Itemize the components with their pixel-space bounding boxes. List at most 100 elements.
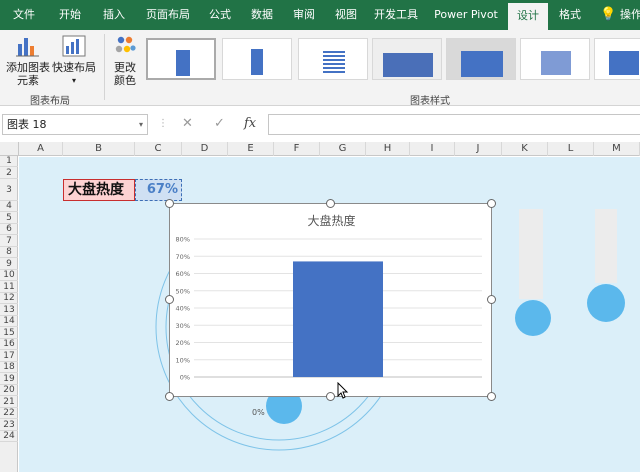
tab-insert[interactable]: 插入	[96, 0, 132, 30]
column-header-d[interactable]: D	[182, 142, 228, 156]
resize-handle-bottom-right[interactable]	[487, 392, 496, 401]
tab-home[interactable]: 开始	[52, 0, 88, 30]
group-divider	[104, 34, 105, 100]
row-headers: 1 2 3 4 5 6 7 8 9 10 11 12 13 14 15 16 17 18 19 20 21 22 23 24	[0, 156, 18, 472]
row-header-16[interactable]: 16	[0, 339, 18, 350]
row-header-19[interactable]: 19	[0, 373, 18, 385]
add-chart-element-button[interactable]: 添加图表 元素	[6, 34, 50, 87]
tab-view[interactable]: 视图	[328, 0, 364, 30]
thermometer-bulb-2	[515, 300, 551, 336]
change-colors-label: 更改 颜色	[114, 61, 136, 87]
chart-plot[interactable]: 0% 10% 20% 30% 40% 50% 60% 70% 80%	[170, 204, 493, 398]
tab-file[interactable]: 文件	[8, 0, 40, 30]
name-box[interactable]: 图表 18 ▾	[2, 114, 148, 135]
resize-handle-top-right[interactable]	[487, 199, 496, 208]
row-header-23[interactable]: 23	[0, 419, 18, 431]
thermometer-tube-2	[519, 209, 543, 299]
resize-handle-right[interactable]	[487, 295, 496, 304]
column-header-i[interactable]: I	[410, 142, 455, 156]
row-header-18[interactable]: 18	[0, 362, 18, 373]
row-header-24[interactable]: 24	[0, 431, 18, 442]
cell-c3[interactable]: 67%	[135, 179, 182, 201]
row-header-13[interactable]: 13	[0, 304, 18, 316]
chart-style-4[interactable]	[372, 38, 442, 80]
chart-style-6[interactable]	[520, 38, 590, 80]
row-header-14[interactable]: 14	[0, 316, 18, 327]
resize-handle-bottom[interactable]	[326, 392, 335, 401]
formula-buttons: ✕ ✓ fx	[170, 114, 266, 135]
row-header-1[interactable]: 1	[0, 156, 18, 167]
resize-handle-left[interactable]	[165, 295, 174, 304]
quick-layout-dropdown-icon: ▾	[71, 76, 76, 85]
tab-page-layout[interactable]: 页面布局	[140, 0, 196, 30]
formula-bar: 图表 18 ▾ ⋮ ✕ ✓ fx	[0, 112, 640, 138]
lightbulb-icon[interactable]: 💡	[600, 0, 616, 30]
column-header-g[interactable]: G	[320, 142, 366, 156]
y-tick-label: 20%	[176, 339, 190, 347]
tab-design[interactable]: 设计	[508, 3, 548, 30]
row-header-12[interactable]: 12	[0, 293, 18, 304]
row-header-4[interactable]: 4	[0, 201, 18, 212]
row-header-3[interactable]: 3	[0, 179, 18, 201]
tab-review[interactable]: 审阅	[286, 0, 322, 30]
mouse-cursor-icon	[337, 382, 349, 399]
y-tick-label: 30%	[176, 322, 190, 330]
row-header-10[interactable]: 10	[0, 270, 18, 281]
resize-handle-top[interactable]	[326, 199, 335, 208]
tab-developer[interactable]: 开发工具	[368, 0, 424, 30]
row-header-5[interactable]: 5	[0, 212, 18, 224]
resize-handle-top-left[interactable]	[165, 199, 174, 208]
quick-layout-button[interactable]: 快速布局 ▾	[52, 34, 96, 87]
column-header-m[interactable]: M	[594, 142, 640, 156]
chart-style-5[interactable]	[446, 38, 516, 80]
column-header-h[interactable]: H	[366, 142, 410, 156]
column-header-l[interactable]: L	[548, 142, 594, 156]
row-header-8[interactable]: 8	[0, 247, 18, 258]
background-zero-label: 0%	[252, 408, 265, 417]
row-header-7[interactable]: 7	[0, 235, 18, 247]
enter-icon[interactable]: ✓	[214, 116, 225, 131]
column-header-a[interactable]: A	[19, 142, 63, 156]
chart-style-1[interactable]	[146, 38, 216, 80]
column-header-k[interactable]: K	[502, 142, 548, 156]
column-header-e[interactable]: E	[228, 142, 274, 156]
y-tick-label: 50%	[176, 287, 190, 295]
row-header-6[interactable]: 6	[0, 224, 18, 235]
select-all-corner[interactable]	[0, 142, 19, 156]
chart-style-3[interactable]	[298, 38, 368, 80]
chart-bar[interactable]	[293, 261, 383, 377]
row-header-2[interactable]: 2	[0, 167, 18, 179]
name-box-dropdown-icon[interactable]: ▾	[139, 115, 143, 134]
row-header-20[interactable]: 20	[0, 385, 18, 396]
y-tick-label: 60%	[176, 270, 190, 278]
row-header-17[interactable]: 17	[0, 350, 18, 362]
tab-format[interactable]: 格式	[552, 0, 588, 30]
row-header-11[interactable]: 11	[0, 281, 18, 293]
tell-me-label[interactable]: 操作	[620, 0, 640, 30]
tab-data[interactable]: 数据	[244, 0, 280, 30]
change-colors-button[interactable]: 更改 颜色	[108, 34, 142, 87]
tab-power-pivot[interactable]: Power Pivot	[430, 0, 502, 30]
formula-input[interactable]	[268, 114, 640, 135]
row-header-21[interactable]: 21	[0, 396, 18, 408]
column-header-c[interactable]: C	[135, 142, 182, 156]
chart-style-7[interactable]	[594, 38, 640, 80]
insert-function-icon[interactable]: fx	[244, 116, 256, 131]
chart-style-2[interactable]	[222, 38, 292, 80]
row-header-22[interactable]: 22	[0, 408, 18, 419]
row-header-9[interactable]: 9	[0, 258, 18, 270]
cell-b3[interactable]: 大盘热度	[63, 179, 135, 201]
column-header-b[interactable]: B	[63, 142, 135, 156]
row-header-15[interactable]: 15	[0, 327, 18, 339]
color-palette-icon	[115, 36, 136, 53]
column-header-j[interactable]: J	[455, 142, 502, 156]
add-chart-element-label: 添加图表 元素	[6, 61, 50, 87]
tab-formulas[interactable]: 公式	[202, 0, 238, 30]
quick-layout-label: 快速布局	[52, 61, 96, 74]
resize-handle-bottom-left[interactable]	[165, 392, 174, 401]
cancel-icon[interactable]: ✕	[182, 116, 193, 131]
y-tick-label: 80%	[176, 236, 190, 244]
chart-object[interactable]: 大盘热度 0% 10% 20% 30% 40% 50% 60% 70% 80%	[169, 203, 492, 397]
chart-layouts-group-label: 图表布局	[30, 96, 70, 107]
column-header-f[interactable]: F	[274, 142, 320, 156]
